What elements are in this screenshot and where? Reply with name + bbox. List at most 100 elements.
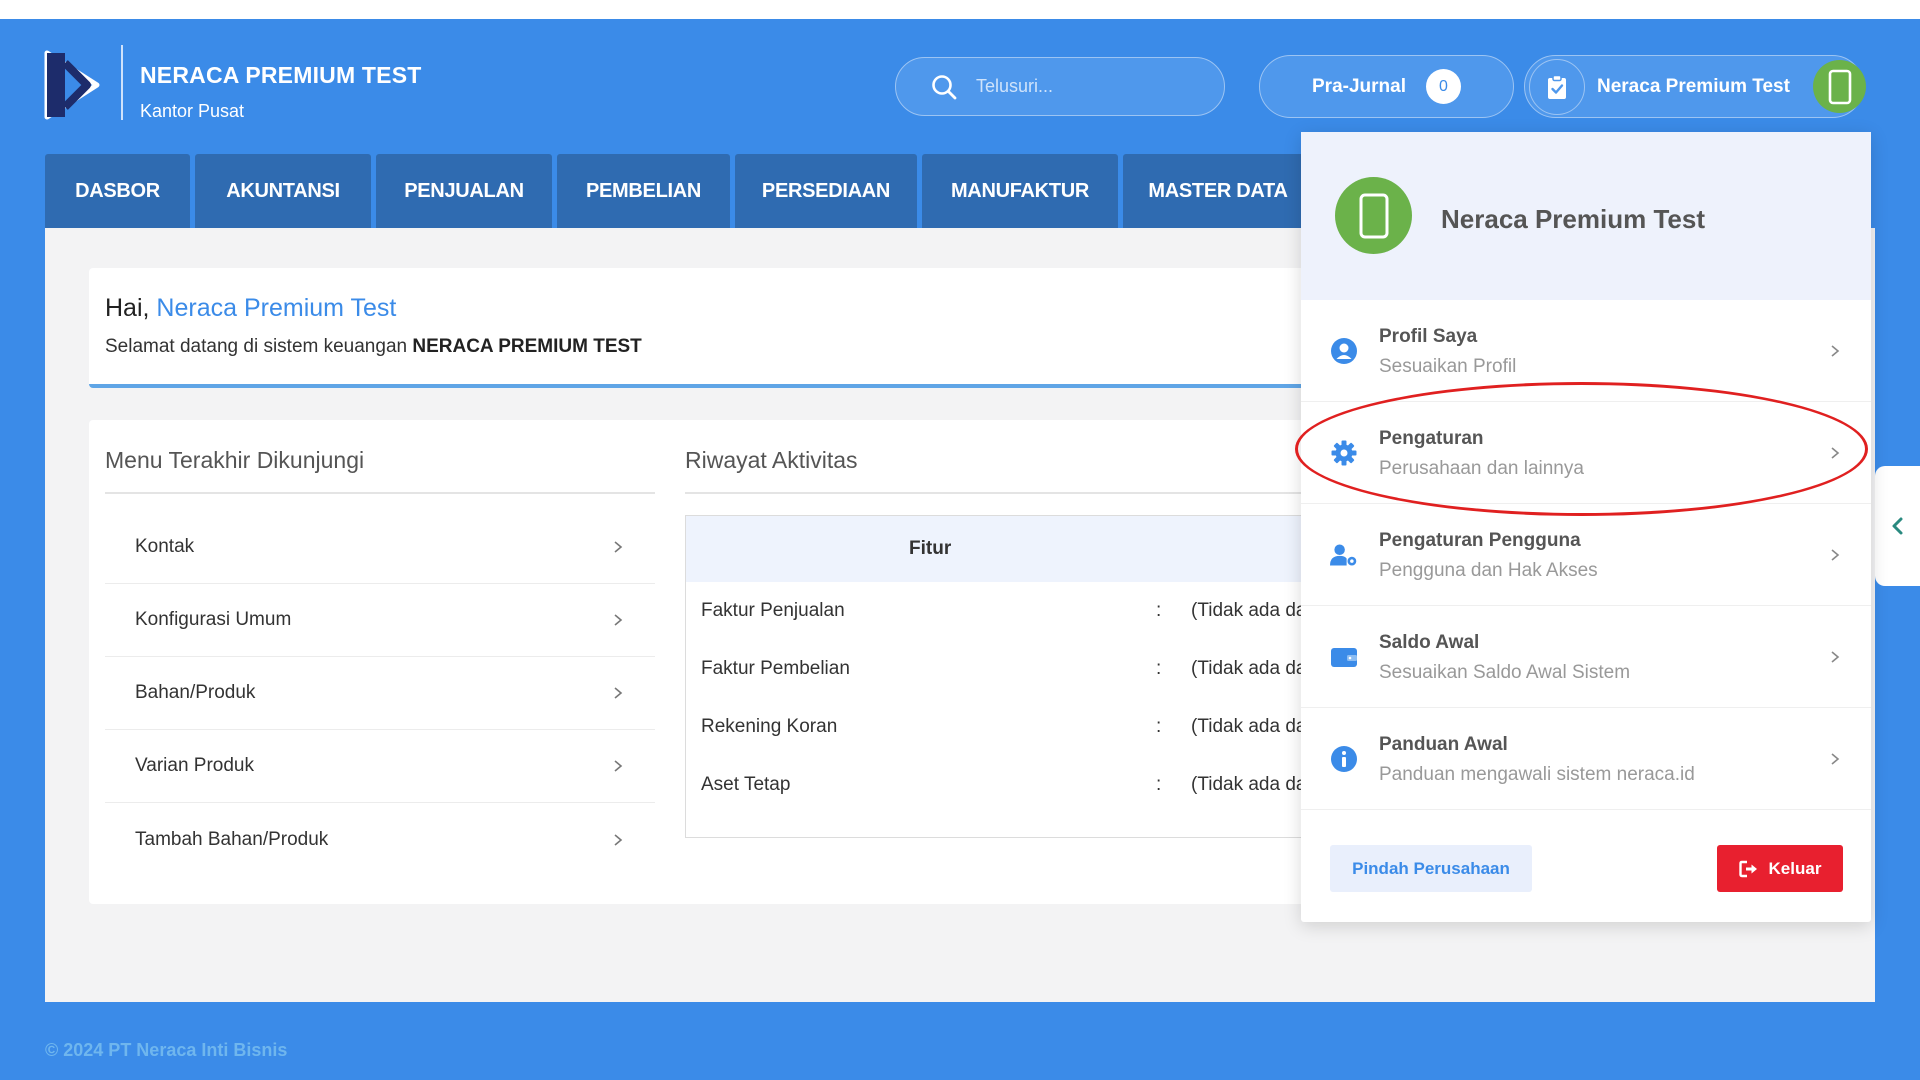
recent-menu-title: Menu Terakhir Dikunjungi: [105, 447, 365, 473]
welcome-text: Selamat datang di sistem keuangan: [105, 336, 413, 357]
recent-item-label: Konfigurasi Umum: [135, 609, 292, 630]
recent-item-varian-produk[interactable]: Varian Produk: [105, 730, 655, 803]
activity-divider: [685, 492, 1325, 494]
pra-jurnal-count-badge: 0: [1425, 69, 1461, 104]
chevron-right-icon: [1831, 651, 1840, 663]
nav-tab-akuntansi[interactable]: AKUNTANSI: [195, 154, 371, 228]
switch-company-button[interactable]: Pindah Perusahaan: [1330, 845, 1532, 892]
task-clipboard-button[interactable]: [1529, 59, 1585, 115]
dropdown-header: Neraca Premium Test: [1301, 132, 1871, 300]
menu-item-title: Panduan Awal: [1379, 734, 1508, 755]
recent-item-label: Kontak: [135, 536, 195, 557]
search-icon: [932, 74, 957, 99]
menu-item-pengaturan-pengguna[interactable]: Pengaturan Pengguna Pengguna dan Hak Aks…: [1301, 504, 1871, 606]
logout-button[interactable]: Keluar: [1717, 845, 1843, 892]
activity-table-header: Fitur: [686, 516, 1329, 582]
activity-table: Fitur Faktur Penjualan : (Tidak ada da F…: [685, 515, 1330, 838]
menu-item-title: Pengaturan: [1379, 428, 1484, 449]
greeting: Hai, Neraca Premium Test: [105, 294, 396, 323]
search-input[interactable]: [976, 76, 1206, 97]
mobile-phone-icon: [1359, 193, 1388, 238]
greeting-label: Hai,: [105, 294, 150, 322]
activity-value: (Tidak ada da: [1191, 716, 1307, 737]
recent-item-bahan-produk[interactable]: Bahan/Produk: [105, 657, 655, 730]
recent-item-label: Varian Produk: [135, 755, 254, 776]
table-row: Aset Tetap : (Tidak ada da: [686, 756, 1329, 814]
dropdown-avatar: [1335, 177, 1412, 254]
activity-separator: :: [1156, 716, 1162, 737]
dropdown-list: Profil Saya Sesuaikan Profil Pengaturan …: [1301, 300, 1871, 810]
menu-item-profil-saya[interactable]: Profil Saya Sesuaikan Profil: [1301, 300, 1871, 402]
sign-out-icon: [1738, 860, 1757, 877]
wallet-icon: [1331, 648, 1357, 667]
brand-divider: [121, 45, 123, 120]
welcome-card: Hai, Neraca Premium Test Selamat datang …: [89, 268, 1329, 388]
clipboard-check-icon: [1548, 74, 1566, 99]
chevron-right-icon: [614, 760, 623, 772]
side-panel-toggle[interactable]: [1875, 466, 1920, 586]
activity-feature: Aset Tetap: [701, 774, 791, 795]
chevron-right-icon: [1831, 549, 1840, 561]
recent-menu-list: Kontak Konfigurasi Umum Bahan/Produk Var…: [105, 511, 655, 876]
menu-item-title: Profil Saya: [1379, 326, 1478, 347]
company-name: NERACA PREMIUM TEST: [140, 62, 422, 88]
chevron-right-icon: [1831, 447, 1840, 459]
pra-jurnal-label: Pra-Jurnal: [1312, 75, 1406, 97]
dropdown-user-name: Neraca Premium Test: [1441, 204, 1705, 234]
menu-item-panduan-awal[interactable]: Panduan Awal Panduan mengawali sistem ne…: [1301, 708, 1871, 810]
welcome-company: NERACA PREMIUM TEST: [412, 336, 642, 357]
nav-tab-master-data[interactable]: MASTER DATA: [1123, 154, 1313, 228]
recent-item-tambah-bahan-produk[interactable]: Tambah Bahan/Produk: [105, 803, 655, 876]
mobile-phone-icon: [1828, 69, 1851, 104]
logout-label: Keluar: [1768, 858, 1822, 878]
activity-feature: Faktur Pembelian: [701, 658, 850, 679]
pra-jurnal-button[interactable]: Pra-Jurnal 0: [1259, 55, 1514, 118]
menu-item-subtitle: Sesuaikan Profil: [1379, 356, 1517, 377]
footer-copyright: © 2024 PT Neraca Inti Bisnis: [45, 1040, 288, 1060]
menu-item-subtitle: Perusahaan dan lainnya: [1379, 458, 1584, 479]
activity-feature: Faktur Penjualan: [701, 600, 845, 621]
user-circle-icon: [1331, 338, 1357, 364]
menu-item-saldo-awal[interactable]: Saldo Awal Sesuaikan Saldo Awal Sistem: [1301, 606, 1871, 708]
chevron-right-icon: [614, 614, 623, 626]
recent-item-kontak[interactable]: Kontak: [105, 511, 655, 584]
chevron-right-icon: [1831, 345, 1840, 357]
avatar[interactable]: [1813, 60, 1866, 113]
menu-item-pengaturan[interactable]: Pengaturan Perusahaan dan lainnya: [1301, 402, 1871, 504]
nav-tab-pembelian[interactable]: PEMBELIAN: [557, 154, 730, 228]
user-dropdown-menu: Neraca Premium Test Profil Saya Sesuaika…: [1301, 132, 1871, 922]
chevron-right-icon: [614, 833, 623, 846]
header-user-name[interactable]: Neraca Premium Test: [1597, 76, 1790, 98]
user-settings-icon: [1330, 544, 1357, 566]
column-header-fitur: Fitur: [909, 538, 952, 559]
activity-value: (Tidak ada da: [1191, 600, 1307, 621]
top-strip: [0, 0, 1920, 19]
activity-title: Riwayat Aktivitas: [685, 447, 858, 473]
nav-tab-persediaan[interactable]: PERSEDIAAN: [735, 154, 917, 228]
nav-tab-dasbor[interactable]: DASBOR: [45, 154, 190, 228]
activity-value: (Tidak ada da: [1191, 774, 1307, 795]
chevron-right-icon: [614, 687, 623, 699]
nav-tab-manufaktur[interactable]: MANUFAKTUR: [922, 154, 1118, 228]
chevron-right-icon: [1831, 753, 1840, 765]
menu-item-title: Pengaturan Pengguna: [1379, 530, 1581, 551]
welcome-message: Selamat datang di sistem keuangan NERACA…: [105, 336, 642, 358]
activity-feature: Rekening Koran: [701, 716, 838, 737]
neraca-logo-icon[interactable]: [43, 49, 101, 121]
table-row: Faktur Penjualan : (Tidak ada da: [686, 582, 1329, 640]
table-row: Faktur Pembelian : (Tidak ada da: [686, 640, 1329, 698]
activity-separator: :: [1156, 774, 1162, 795]
info-icon: [1331, 746, 1357, 772]
recent-item-label: Bahan/Produk: [135, 682, 256, 703]
recent-item-label: Tambah Bahan/Produk: [135, 828, 329, 850]
main-nav: DASBOR AKUNTANSI PENJUALAN PEMBELIAN PER…: [45, 154, 1318, 228]
recent-menu-divider: [105, 492, 655, 494]
activity-separator: :: [1156, 600, 1162, 621]
nav-tab-penjualan[interactable]: PENJUALAN: [376, 154, 552, 228]
menu-item-subtitle: Sesuaikan Saldo Awal Sistem: [1379, 662, 1631, 683]
menu-item-subtitle: Panduan mengawali sistem neraca.id: [1379, 764, 1695, 785]
search-box[interactable]: [895, 57, 1225, 116]
recent-item-konfigurasi-umum[interactable]: Konfigurasi Umum: [105, 584, 655, 657]
table-row: Rekening Koran : (Tidak ada da: [686, 698, 1329, 756]
greeting-user-name: Neraca Premium Test: [156, 294, 397, 322]
